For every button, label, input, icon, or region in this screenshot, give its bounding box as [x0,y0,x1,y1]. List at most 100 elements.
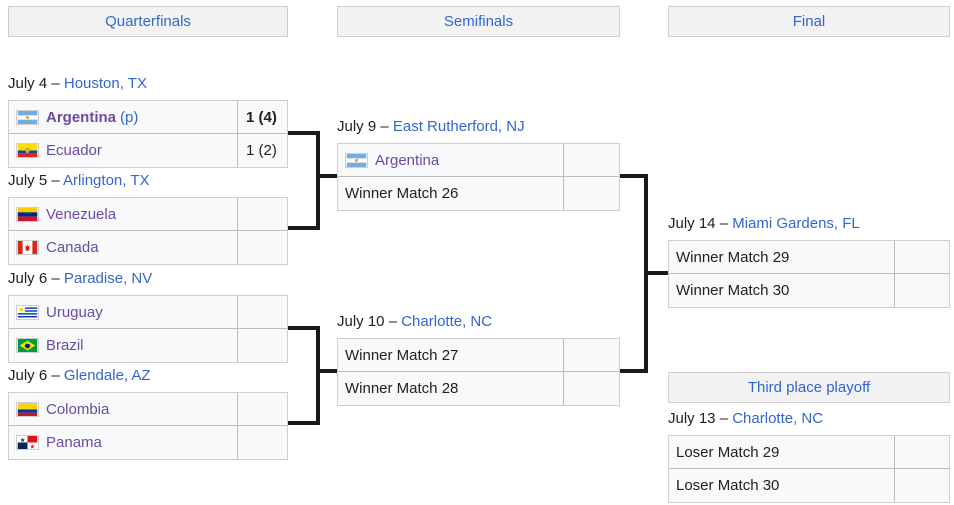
score-cell [895,469,903,502]
match-table-sf2: Winner Match 27 Winner Match 28 [337,338,620,406]
team-name[interactable]: Argentina [375,152,439,169]
date-text: July 6 – [8,367,64,384]
venue-link[interactable]: Miami Gardens, FL [732,215,860,232]
match-date-qf1: July 4 – Houston, TX [8,75,147,92]
flag-icon-argentina [16,109,39,125]
table-row[interactable]: Argentina [338,144,619,177]
match-date-qf4: July 6 – Glendale, AZ [8,367,151,384]
venue-link[interactable]: Arlington, TX [63,172,149,189]
match-date-sf2: July 10 – Charlotte, NC [337,313,492,330]
team-cell: Panama [9,426,238,459]
team-placeholder: Loser Match 30 [676,477,780,494]
venue-link[interactable]: East Rutherford, NJ [393,118,525,135]
team-placeholder: Loser Match 29 [676,443,780,461]
date-text: July 4 – [8,75,64,92]
table-row[interactable]: Winner Match 28 [338,372,619,405]
team-name[interactable]: Ecuador [46,142,102,159]
match-table-qf2: Venezuela Canada [8,197,288,265]
match-date-qf3: July 6 – Paradise, NV [8,270,152,287]
table-row[interactable]: Panama [9,426,287,459]
flag-icon-panama [16,435,39,450]
venue-link[interactable]: Charlotte, NC [732,410,823,427]
table-row[interactable]: Brazil [9,329,287,362]
bracket-connector-sf2-out [316,369,337,373]
score-cell: 1 (2) [246,142,277,159]
flag-icon-ecuador [16,143,39,158]
table-row[interactable]: Winner Match 30 [669,274,949,307]
flag-icon-argentina [345,152,368,168]
date-text: July 6 – [8,270,64,287]
team-cell: Brazil [9,329,238,362]
team-name[interactable]: Panama [46,434,102,451]
match-date-third-place: July 13 – Charlotte, NC [668,410,823,427]
flag-icon-uruguay [16,304,39,320]
score-cell [895,274,903,307]
match-date-final: July 14 – Miami Gardens, FL [668,215,860,232]
table-row[interactable]: Argentina (p) 1 (4) [9,101,287,134]
table-row[interactable]: Uruguay [9,296,287,329]
stage-header-final: Final [668,6,950,37]
venue-link[interactable]: Paradise, NV [64,270,152,287]
match-date-qf2: July 5 – Arlington, TX [8,172,149,189]
team-cell: Winner Match 30 [669,274,895,307]
score-cell [564,144,572,176]
venue-link[interactable]: Houston, TX [64,75,147,92]
bracket-connector-sf1-vertical [316,131,320,230]
team-placeholder: Winner Match 27 [345,346,459,364]
stage-header-label[interactable]: Quarterfinals [105,13,191,30]
table-row[interactable]: Canada [9,231,287,264]
table-row[interactable]: Winner Match 27 [338,339,619,372]
score-cell [238,231,246,264]
bracket-connector-final-out [644,271,668,275]
team-cell: Winner Match 28 [338,372,564,405]
score-cell [238,426,246,459]
match-table-sf1: Argentina Winner Match 26 [337,143,620,211]
score-cell [895,436,903,468]
table-row[interactable]: Winner Match 29 [669,241,949,274]
flag-icon-brazil [16,338,39,353]
flag-icon-canada [16,240,39,255]
venue-link[interactable]: Charlotte, NC [401,313,492,330]
team-name[interactable]: Canada [46,239,99,256]
stage-header-label[interactable]: Final [793,13,826,30]
team-cell: Canada [9,231,238,264]
score-cell [238,393,246,425]
score-cell: 1 (4) [246,108,277,126]
match-table-qf3: Uruguay Brazil [8,295,288,363]
team-name[interactable]: Uruguay [46,304,103,321]
date-text: July 10 – [337,313,402,330]
table-row[interactable]: Loser Match 29 [669,436,949,469]
stage-header-label[interactable]: Third place playoff [748,379,870,396]
team-cell: Argentina [338,144,564,176]
team-cell: Winner Match 27 [338,339,564,371]
flag-icon-colombia [16,401,39,417]
team-cell: Ecuador [9,134,238,167]
team-name[interactable]: Colombia [46,401,109,418]
stage-header-label[interactable]: Semifinals [444,13,513,30]
table-row[interactable]: Venezuela [9,198,287,231]
team-name[interactable]: Argentina [46,109,116,126]
venue-link[interactable]: Glendale, AZ [64,367,151,384]
date-text: July 9 – [337,118,393,135]
team-cell: Loser Match 29 [669,436,895,468]
match-table-qf4: Colombia Panama [8,392,288,460]
match-table-qf1: Argentina (p) 1 (4) Ecuador 1 (2) [8,100,288,168]
match-table-third-place: Loser Match 29 Loser Match 30 [668,435,950,503]
date-text: July 14 – [668,215,733,232]
team-cell: Uruguay [9,296,238,328]
team-name[interactable]: Venezuela [46,206,116,223]
team-name[interactable]: Brazil [46,337,84,354]
team-cell: Winner Match 26 [338,177,564,210]
table-row[interactable]: Winner Match 26 [338,177,619,210]
score-cell [238,329,246,362]
score-cell [564,372,572,405]
date-text: July 13 – [668,410,733,427]
score-cell [564,339,572,371]
table-row[interactable]: Colombia [9,393,287,426]
table-row[interactable]: Loser Match 30 [669,469,949,502]
team-cell: Loser Match 30 [669,469,895,502]
team-placeholder: Winner Match 26 [345,185,459,202]
bracket-connector-sf2-vertical [316,326,320,425]
team-placeholder: Winner Match 28 [345,380,459,397]
table-row[interactable]: Ecuador 1 (2) [9,134,287,167]
